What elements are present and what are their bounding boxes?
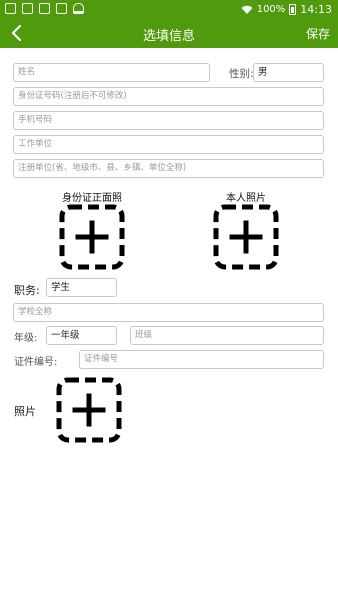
notification-icons <box>5 3 84 14</box>
wifi-icon <box>241 5 253 14</box>
school-field[interactable]: 学校全称 <box>13 303 324 322</box>
page-title: 选填信息 <box>142 29 195 44</box>
app-bar: 选填信息 保存 <box>0 18 338 48</box>
certificate-number-field[interactable]: 证件编号 <box>79 350 324 369</box>
class-field[interactable]: 班级 <box>130 326 324 345</box>
clock: 14:13 <box>300 3 332 16</box>
certificate-number-label: 证件编号: <box>14 357 58 368</box>
id-number-field[interactable]: 身份证号码(注册后不可修改) <box>13 87 324 106</box>
self-photo-label: 本人照片 <box>226 193 266 204</box>
android-icon <box>73 3 84 14</box>
add-self-photo-icon[interactable] <box>213 204 279 270</box>
notification-square-icon <box>56 3 67 14</box>
grade-label: 年级: <box>14 333 38 344</box>
position-label: 职务: <box>14 284 40 297</box>
status-bar: 100% 14:13 <box>0 0 338 18</box>
photo-label: 照片 <box>14 405 36 418</box>
id-photo-label: 身份证正面照 <box>62 193 122 204</box>
notification-image-icon <box>39 3 50 14</box>
phone-field[interactable]: 手机号码 <box>13 111 324 130</box>
add-id-photo-icon[interactable] <box>59 204 125 270</box>
battery-percent: 100% <box>256 4 286 15</box>
add-photo-icon[interactable] <box>56 377 122 443</box>
position-field[interactable]: 学生 <box>46 278 117 297</box>
registration-unit-field[interactable]: 注册单位(省、地级市、县、乡镇、单位全称) <box>13 159 324 178</box>
name-field[interactable]: 姓名 <box>13 63 210 82</box>
notification-app-icon <box>5 3 16 14</box>
gender-label: 性别: <box>229 68 254 80</box>
work-unit-field[interactable]: 工作单位 <box>13 135 324 154</box>
grade-field[interactable]: 一年级 <box>46 326 117 345</box>
battery-icon <box>289 4 297 15</box>
save-button[interactable]: 保存 <box>306 25 330 42</box>
gender-field[interactable]: 男 <box>253 63 324 82</box>
notification-check-icon <box>22 3 33 14</box>
